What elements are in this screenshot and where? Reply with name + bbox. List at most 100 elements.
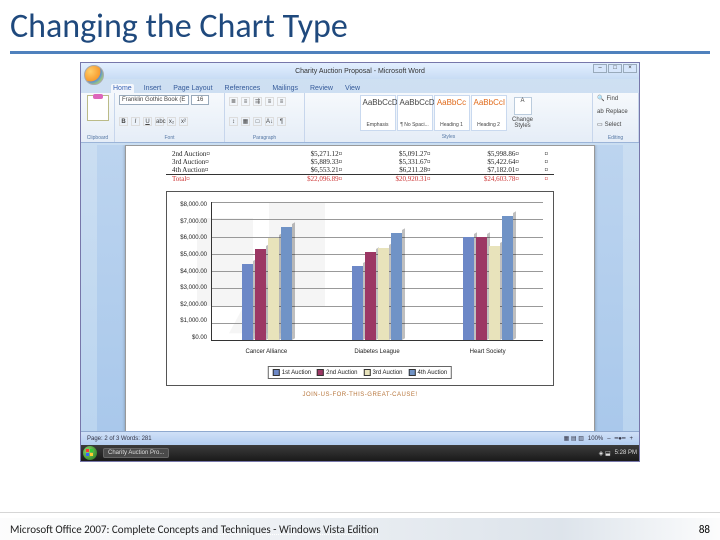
title-rule: [10, 51, 710, 54]
table-row: 3rd Auction¤$5,889.33¤$5,331.67¤$5,422.6…: [166, 158, 554, 166]
bullets-button[interactable]: ≣: [229, 97, 238, 106]
office-button[interactable]: [84, 65, 104, 85]
group-editing: 🔍 Find ab Replace ▭ Select Editing: [593, 93, 639, 142]
page: 2nd Auction¤$5,271.12¤$5,091.27¤$5,998.8…: [125, 145, 595, 431]
replace-button[interactable]: ab Replace: [597, 109, 634, 115]
sort-button[interactable]: A↓: [265, 117, 274, 126]
word-window: Charity Auction Proposal - Microsoft Wor…: [80, 62, 640, 462]
ribbon: Clipboard Franklin Gothic Book (E 16 B I…: [81, 93, 639, 143]
word-statusbar: Page: 2 of 3 Words: 281 ▦ ▤ ▥ 100% – ━●━…: [81, 431, 639, 445]
minimize-button[interactable]: –: [593, 64, 607, 73]
plot-area: [211, 202, 543, 341]
group-clipboard-label: Clipboard: [85, 135, 110, 141]
group-font-label: Font: [119, 135, 220, 141]
font-size-combo[interactable]: 16: [191, 95, 209, 105]
bar: [255, 249, 266, 340]
y-axis-labels: $8,000.00$7,000.00$6,000.00$5,000.00$4,0…: [171, 202, 207, 341]
table-total-row: Total¤$22,096.89¤$20,920.31¤$24,603.78¤¤: [166, 175, 554, 184]
zoom-slider[interactable]: ━●━: [615, 435, 626, 442]
select-button[interactable]: ▭ Select: [597, 121, 634, 128]
window-title: Charity Auction Proposal - Microsoft Wor…: [295, 68, 425, 75]
group-clipboard: Clipboard: [81, 93, 115, 142]
maximize-button[interactable]: □: [608, 64, 622, 73]
group-paragraph-label: Paragraph: [229, 135, 300, 141]
font-name-combo[interactable]: Franklin Gothic Book (E: [119, 95, 189, 105]
bar: [365, 252, 376, 340]
close-button[interactable]: ×: [623, 64, 637, 73]
tab-view[interactable]: View: [343, 84, 362, 93]
find-button[interactable]: 🔍 Find: [597, 95, 634, 102]
tab-page-layout[interactable]: Page Layout: [171, 84, 214, 93]
zoom-controls: ▦ ▤ ▥ 100% – ━●━ +: [564, 435, 633, 442]
start-button[interactable]: [83, 446, 97, 460]
style-tile[interactable]: AaBbCcD¶ No Spaci...: [397, 95, 433, 131]
ribbon-tabs: Home Insert Page Layout References Maili…: [81, 79, 639, 93]
style-tile[interactable]: AaBbCcHeading 1: [434, 95, 470, 131]
group-styles: AaBbCcDEmphasisAaBbCcD¶ No Spaci...AaBbC…: [305, 93, 593, 142]
sup-button[interactable]: x²: [179, 117, 188, 126]
change-styles-button[interactable]: A Change Styles: [508, 97, 538, 129]
zoom-value: 100%: [588, 436, 603, 442]
italic-button[interactable]: I: [131, 117, 140, 126]
bar: [378, 248, 389, 340]
windows-logo-icon: [86, 449, 94, 457]
slide-page-number: 88: [699, 523, 710, 536]
chart[interactable]: $8,000.00$7,000.00$6,000.00$5,000.00$4,0…: [166, 191, 554, 386]
bar-group: [212, 202, 322, 340]
shading-button[interactable]: ▦: [241, 117, 250, 126]
bar: [391, 233, 402, 340]
change-styles-label: Change Styles: [512, 117, 533, 129]
tab-references[interactable]: References: [223, 84, 263, 93]
style-tile[interactable]: AaBbCcDEmphasis: [360, 95, 396, 131]
bar: [502, 216, 513, 340]
align-center-button[interactable]: ≡: [277, 97, 286, 106]
strike-button[interactable]: abc: [155, 117, 164, 126]
multilevel-button[interactable]: ⇶: [253, 97, 262, 106]
auction-table: 2nd Auction¤$5,271.12¤$5,091.27¤$5,998.8…: [166, 150, 554, 183]
tab-review[interactable]: Review: [308, 84, 335, 93]
bar: [476, 237, 487, 340]
clock: 5:28 PM: [615, 450, 637, 456]
windows-taskbar: Charity Auction Pro... ◈ ⬓ 5:28 PM: [81, 445, 639, 461]
table-row: 2nd Auction¤$5,271.12¤$5,091.27¤$5,998.8…: [166, 150, 554, 158]
bar: [281, 227, 292, 340]
bar-group: [322, 202, 432, 340]
bar: [489, 246, 500, 340]
font-buttons: B I U abc x₂ x²: [119, 117, 220, 126]
slide-footer: Microsoft Office 2007: Complete Concepts…: [0, 512, 720, 540]
window-titlebar: Charity Auction Proposal - Microsoft Wor…: [81, 63, 639, 79]
group-font: Franklin Gothic Book (E 16 B I U abc x₂ …: [115, 93, 225, 142]
x-axis-labels: Cancer AllianceDiabetes LeagueHeart Soci…: [211, 349, 543, 355]
borders-button[interactable]: □: [253, 117, 262, 126]
numbers-button[interactable]: ≡: [241, 97, 250, 106]
tab-insert[interactable]: Insert: [142, 84, 164, 93]
paste-icon[interactable]: [87, 95, 109, 121]
document-area[interactable]: 2nd Auction¤$5,271.12¤$5,091.27¤$5,998.8…: [97, 145, 623, 431]
show-marks-button[interactable]: ¶: [277, 117, 286, 126]
taskbar-app[interactable]: Charity Auction Pro...: [103, 448, 169, 458]
zoom-out-button[interactable]: –: [607, 436, 610, 442]
line-spacing-button[interactable]: ↕: [229, 117, 238, 126]
bar: [463, 237, 474, 341]
align-left-button[interactable]: ≡: [265, 97, 274, 106]
bar: [352, 266, 363, 340]
page-footer-text: JOIN-US-FOR-THIS-GREAT-CAUSE!: [166, 392, 554, 398]
slide-footer-text: Microsoft Office 2007: Complete Concepts…: [10, 523, 379, 536]
bar: [268, 238, 279, 340]
tab-mailings[interactable]: Mailings: [270, 84, 300, 93]
zoom-in-button[interactable]: +: [629, 436, 633, 442]
style-tile[interactable]: AaBbCcIHeading 2: [471, 95, 507, 131]
bar-group: [433, 202, 543, 340]
sub-button[interactable]: x₂: [167, 117, 176, 126]
status-page-words: Page: 2 of 3 Words: 281: [87, 436, 152, 442]
bar: [242, 264, 253, 340]
group-editing-label: Editing: [597, 135, 634, 141]
tray-icons[interactable]: ◈ ⬓: [599, 450, 611, 457]
tab-home[interactable]: Home: [111, 84, 134, 93]
table-row: 4th Auction¤$6,553.21¤$6,211.28¤$7,182.0…: [166, 166, 554, 175]
underline-button[interactable]: U: [143, 117, 152, 126]
group-styles-label: Styles: [442, 134, 456, 140]
bold-button[interactable]: B: [119, 117, 128, 126]
slide-title: Changing the Chart Type: [0, 0, 720, 47]
view-buttons[interactable]: ▦ ▤ ▥: [564, 435, 584, 442]
